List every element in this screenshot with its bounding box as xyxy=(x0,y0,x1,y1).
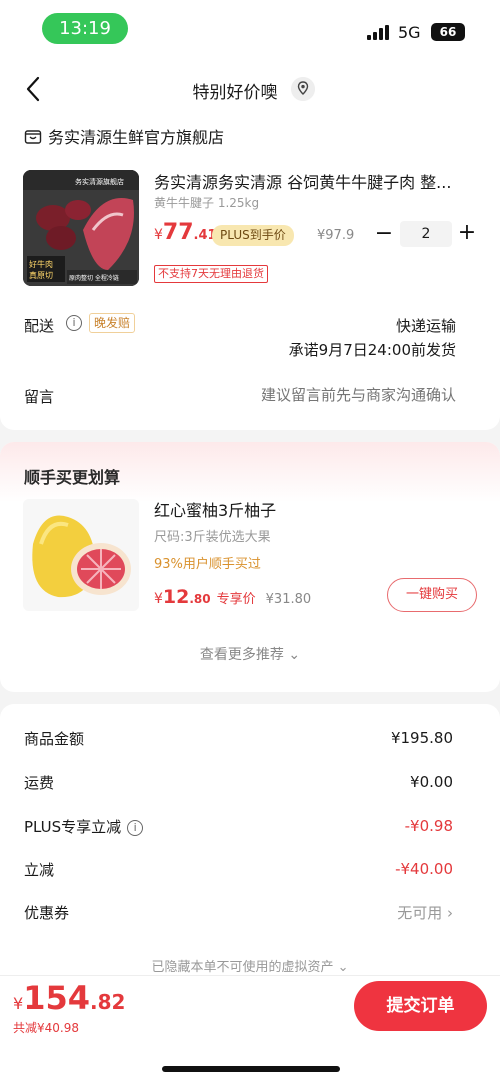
quantity-decrease-button[interactable]: − xyxy=(374,223,394,247)
recommend-price-tag: 专享价 xyxy=(216,592,256,607)
page-title: 特别好价噢 xyxy=(192,83,278,103)
product-image-label-2: 真原切 xyxy=(29,270,53,280)
store-row[interactable]: 务实清源生鲜官方旗舰店 xyxy=(24,124,224,148)
discount-value: -¥40.00 xyxy=(395,860,453,878)
freight-value: ¥0.00 xyxy=(410,773,453,791)
plus-discount-row: PLUS专享立减 i -¥0.98 xyxy=(24,814,453,838)
info-icon[interactable]: i xyxy=(127,819,144,836)
recommend-item-image[interactable] xyxy=(23,499,139,611)
message-label: 留言 xyxy=(24,388,55,406)
price-currency: ¥ xyxy=(154,227,163,243)
shipping-promise: 承诺9月7日24:00前发货 xyxy=(288,341,456,359)
total-saved: 共减¥40.98 xyxy=(13,1021,79,1035)
coupon-value: 无可用 › xyxy=(397,903,453,922)
recommend-price-decimal: .80 xyxy=(189,592,211,606)
network-type: 5G xyxy=(398,23,421,42)
freight-label: 运费 xyxy=(24,773,55,792)
status-time: 13:19 xyxy=(42,13,128,44)
product-title[interactable]: 务实清源务实清源 谷饲黄牛牛腱子肉 整... xyxy=(154,169,474,193)
store-name: 务实清源生鲜官方旗舰店 xyxy=(48,128,225,147)
product-spec: 黄牛牛腱子 1.25kg xyxy=(154,196,260,210)
product-image-label-3: 原肉整切 全程冷链 xyxy=(69,274,119,282)
recommend-price-integer: 12 xyxy=(162,586,190,608)
info-icon[interactable]: i xyxy=(66,315,82,331)
total-integer: 154 xyxy=(23,979,90,1017)
recommend-card: 顺手买更划算 红心蜜柚3斤柚子 尺码:3斤装优选大果 93%用户顺手买过 ¥ 1… xyxy=(0,442,500,692)
plus-price: ¥97.9 xyxy=(317,228,355,243)
total-price: ¥ 154 .82 xyxy=(13,979,125,1017)
freight-row: 运费 ¥0.00 xyxy=(24,770,453,794)
plus-discount-label: PLUS专享立减 xyxy=(24,817,122,836)
plus-discount-value: -¥0.98 xyxy=(404,817,453,835)
total-currency: ¥ xyxy=(13,994,24,1013)
coupon-row[interactable]: 优惠券 无可用 › xyxy=(24,900,453,924)
plus-price-tag: PLUS到手价 xyxy=(212,225,294,246)
home-indicator xyxy=(162,1066,340,1072)
recommend-orig-price: ¥31.80 xyxy=(265,592,312,607)
delivery-label: 配送 xyxy=(24,317,55,335)
recommend-price-currency: ¥ xyxy=(154,591,163,607)
product-image-label-1: 好牛肉 xyxy=(29,259,53,269)
hidden-assets-note[interactable]: 已隐藏本单不可使用的虚拟资产 ⌄ xyxy=(0,956,500,975)
status-bar: 13:19 5G 66 xyxy=(0,0,500,58)
late-compensation-tag: 晚发赔 xyxy=(89,313,136,333)
location-icon[interactable] xyxy=(291,77,315,101)
goods-amount-row: 商品金额 ¥195.80 xyxy=(24,726,453,750)
quantity-input[interactable]: 2 xyxy=(400,221,452,247)
one-click-buy-button[interactable]: 一键购买 xyxy=(387,578,477,612)
order-card: 务实清源生鲜官方旗舰店 务实清源旗舰店 好牛肉 真原切 原肉整切 全程冷链 务实… xyxy=(0,120,500,430)
recommend-item-title[interactable]: 红心蜜柚3斤柚子 xyxy=(154,497,276,521)
message-input[interactable] xyxy=(196,386,456,404)
battery-icon: 66 xyxy=(431,23,465,41)
product-image-store-text: 务实清源旗舰店 xyxy=(75,177,124,186)
discount-label: 立减 xyxy=(24,860,55,879)
goods-amount-value: ¥195.80 xyxy=(390,729,453,747)
signal-icon xyxy=(367,24,391,40)
goods-amount-label: 商品金额 xyxy=(24,729,85,748)
submit-order-button[interactable]: 提交订单 xyxy=(354,981,487,1031)
store-icon xyxy=(24,130,42,144)
return-policy-badge: 不支持7天无理由退货 xyxy=(154,265,268,283)
recommend-item-percent: 93%用户顺手买过 xyxy=(154,557,261,572)
shipping-method[interactable]: 快递运输 xyxy=(396,315,456,336)
product-image[interactable]: 务实清源旗舰店 好牛肉 真原切 原肉整切 全程冷链 xyxy=(23,170,139,286)
plus-discount-label-wrap: PLUS专享立减 i xyxy=(24,816,144,837)
quantity-increase-button[interactable]: + xyxy=(456,222,478,246)
price-integer: 77 xyxy=(162,220,194,245)
total-decimal: .82 xyxy=(89,990,126,1014)
recommend-item-price: ¥ 12 .80 专享价 ¥31.80 xyxy=(154,586,311,612)
checkout-bar: ¥ 154 .82 共减¥40.98 提交订单 xyxy=(0,975,500,1082)
recommend-title: 顺手买更划算 xyxy=(24,468,121,487)
more-recommend-link[interactable]: 查看更多推荐 ⌄ xyxy=(0,644,500,664)
discount-row: 立减 -¥40.00 xyxy=(24,857,453,881)
coupon-label: 优惠券 xyxy=(24,903,70,922)
recommend-item-spec: 尺码:3斤装优选大果 xyxy=(154,530,271,545)
nav-header: 特别好价噢 xyxy=(0,58,500,120)
